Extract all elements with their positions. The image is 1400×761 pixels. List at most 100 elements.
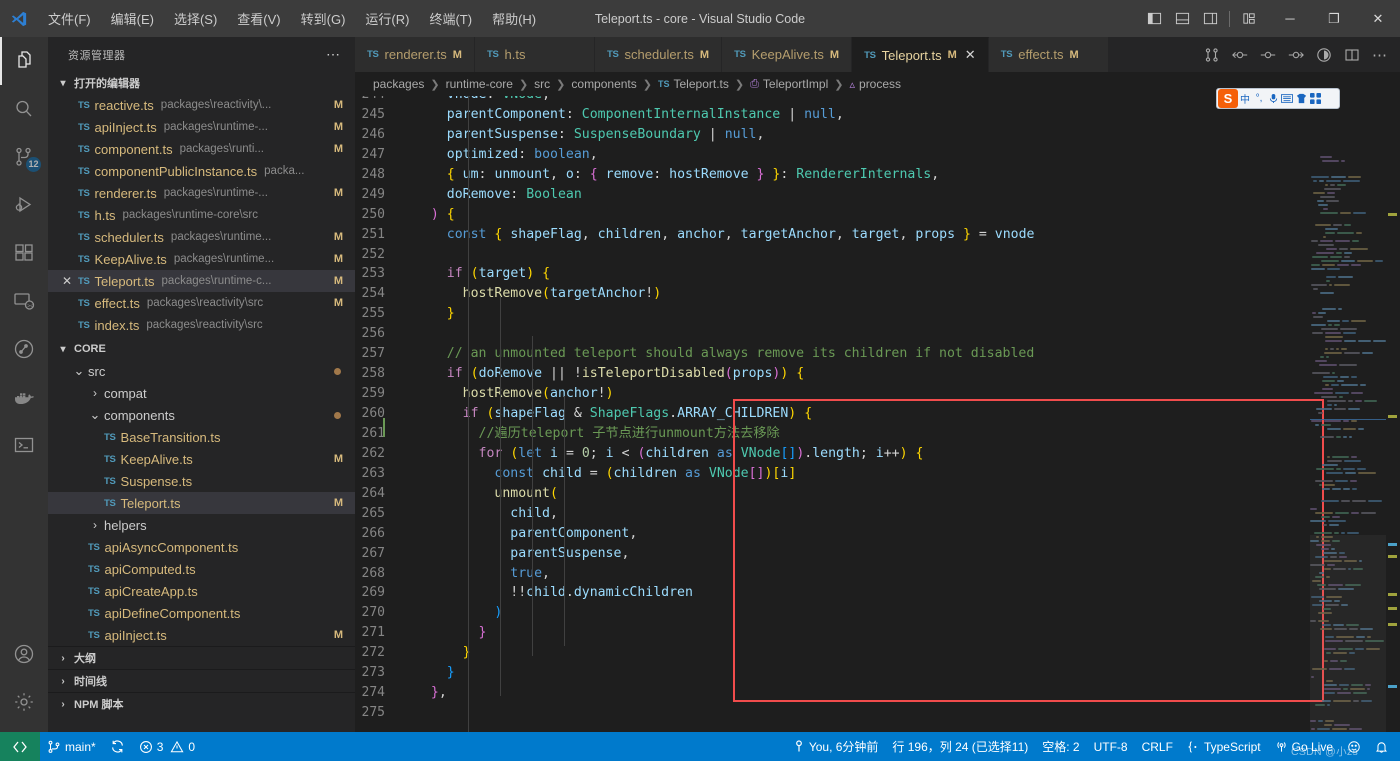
ime-punctuation-icon[interactable]: °, [1252, 89, 1266, 108]
status-encoding[interactable]: UTF-8 [1087, 732, 1135, 761]
breadcrumb-components[interactable]: components [571, 77, 636, 91]
activity-remote-explorer[interactable]: >< [0, 277, 48, 325]
code-line[interactable]: 250 ) { [355, 205, 1400, 225]
editor-tab[interactable]: TSTeleport.tsM✕ [852, 37, 989, 72]
current-change-icon[interactable] [1254, 40, 1282, 70]
tree-item[interactable]: ›helpers [48, 514, 355, 536]
activity-search[interactable] [0, 85, 48, 133]
layout-controls[interactable] [1141, 4, 1268, 34]
menu-edit[interactable]: 编辑(E) [101, 5, 164, 32]
editor-tab[interactable]: TSeffect.tsM [989, 37, 1109, 72]
open-editor-item[interactable]: TSapiInject.tspackages\runtime-...M [48, 116, 355, 138]
code-line[interactable]: 256 [355, 324, 1400, 344]
window-controls[interactable]: ─ ❐ ✕ [1141, 0, 1400, 37]
code-line[interactable]: 267 parentSuspense, [355, 544, 1400, 564]
code-line[interactable]: 257 // an unmounted teleport should alwa… [355, 344, 1400, 364]
code-line[interactable]: 270 ) [355, 603, 1400, 623]
code-line[interactable]: 263 const child = (children as VNode[])[… [355, 464, 1400, 484]
editor-tab[interactable]: TSKeepAlive.tsM [722, 37, 852, 72]
minimap-slider[interactable] [1310, 535, 1386, 732]
tree-item[interactable]: TSapiAsyncComponent.ts [48, 536, 355, 558]
breadcrumb-teleport-file[interactable]: Teleport.ts [674, 77, 729, 91]
status-indentation[interactable]: 空格: 2 [1035, 732, 1086, 761]
menu-terminal[interactable]: 终端(T) [419, 5, 482, 32]
code-line[interactable]: 265 child, [355, 504, 1400, 524]
tab-close-icon[interactable]: ✕ [965, 47, 976, 63]
menu-go[interactable]: 转到(G) [291, 5, 356, 32]
breadcrumb-packages[interactable]: packages [373, 77, 424, 91]
ime-keyboard-icon[interactable] [1280, 89, 1294, 108]
section-timeline[interactable]: ›时间线 [48, 669, 355, 692]
section-core[interactable]: ▾ CORE [48, 338, 355, 360]
status-eol[interactable]: CRLF [1135, 732, 1180, 761]
code-line[interactable]: 248 { um: unmount, o: { remove: hostRemo… [355, 165, 1400, 185]
code-line[interactable]: 247 optimized: boolean, [355, 145, 1400, 165]
menu-bar[interactable]: 文件(F) 编辑(E) 选择(S) 查看(V) 转到(G) 运行(R) 终端(T… [38, 5, 546, 32]
code-line[interactable]: 253 if (target) { [355, 264, 1400, 284]
code-line[interactable]: 268 true, [355, 564, 1400, 584]
section-outline[interactable]: ›大纲 [48, 646, 355, 669]
code-editor[interactable]: 244 vnode: VNode,245 parentComponent: Co… [355, 96, 1400, 732]
tree-item[interactable]: TSapiInject.tsM [48, 624, 355, 646]
open-editor-item[interactable]: TSKeepAlive.tspackages\runtime...M [48, 248, 355, 270]
tree-item[interactable]: TSapiComputed.ts [48, 558, 355, 580]
code-line[interactable]: 258 if (doRemove || !isTeleportDisabled(… [355, 364, 1400, 384]
tree-item[interactable]: TSTeleport.tsM [48, 492, 355, 514]
tree-item[interactable]: ⌄components [48, 404, 355, 426]
open-editor-item[interactable]: TSindex.tspackages\reactivity\src [48, 314, 355, 336]
code-line[interactable]: 269 !!child.dynamicChildren [355, 583, 1400, 603]
more-actions-icon[interactable]: ⋯ [1366, 40, 1394, 70]
code-line[interactable]: 272 } [355, 643, 1400, 663]
code-line[interactable]: 259 hostRemove(anchor!) [355, 384, 1400, 404]
code-line[interactable]: 246 parentSuspense: SuspenseBoundary | n… [355, 125, 1400, 145]
code-line[interactable]: 254 hostRemove(targetAnchor!) [355, 284, 1400, 304]
open-editor-item[interactable]: TSrenderer.tspackages\runtime-...M [48, 182, 355, 204]
breadcrumb-runtime-core[interactable]: runtime-core [446, 77, 513, 91]
status-sync[interactable] [103, 732, 132, 761]
open-editor-item[interactable]: TScomponent.tspackages\runti...M [48, 138, 355, 160]
tree-item[interactable]: ›compat [48, 382, 355, 404]
code-lines[interactable]: 244 vnode: VNode,245 parentComponent: Co… [355, 96, 1400, 732]
section-npm-scripts[interactable]: ›NPM 脚本 [48, 692, 355, 715]
toggle-primary-sidebar-icon[interactable] [1141, 4, 1167, 34]
activity-run-debug[interactable] [0, 181, 48, 229]
open-editor-item[interactable]: ✕TSTeleport.tspackages\runtime-c...M [48, 270, 355, 292]
customize-layout-icon[interactable] [1236, 4, 1262, 34]
code-line[interactable]: 274 }, [355, 683, 1400, 703]
more-actions-icon[interactable]: ⋯ [326, 46, 341, 63]
tree-item[interactable]: TSBaseTransition.ts [48, 426, 355, 448]
code-line[interactable]: 266 parentComponent, [355, 524, 1400, 544]
editor-tab[interactable]: TSscheduler.tsM [595, 37, 722, 72]
breadcrumb-teleport-impl[interactable]: TeleportImpl [763, 77, 828, 91]
split-editor-icon[interactable] [1338, 40, 1366, 70]
tree-item[interactable]: ⌄src [48, 360, 355, 382]
sogou-ime-toolbar[interactable]: S 中 °, [1216, 88, 1340, 109]
menu-help[interactable]: 帮助(H) [482, 5, 546, 32]
code-line[interactable]: 262 for (let i = 0; i < (children as VNo… [355, 444, 1400, 464]
open-editor-item[interactable]: TSeffect.tspackages\reactivity\srcM [48, 292, 355, 314]
sogou-logo-icon[interactable]: S [1218, 89, 1238, 108]
activity-extensions[interactable] [0, 229, 48, 277]
code-line[interactable]: 271 } [355, 623, 1400, 643]
ime-skin-icon[interactable] [1294, 89, 1308, 108]
ime-microphone-icon[interactable] [1266, 89, 1280, 108]
maximize-button[interactable]: ❐ [1312, 0, 1356, 37]
editor-actions[interactable]: ⋯ [1198, 37, 1400, 72]
code-line[interactable]: 255 } [355, 304, 1400, 324]
activity-test[interactable] [0, 325, 48, 373]
code-line[interactable]: 261 //遍历teleport 子节点进行unmount方法去移除 [355, 424, 1400, 444]
timer-icon[interactable] [1310, 40, 1338, 70]
tree-item[interactable]: TSSuspense.ts [48, 470, 355, 492]
tree-item[interactable]: TSapiCreateApp.ts [48, 580, 355, 602]
open-editor-item[interactable]: TSscheduler.tspackages\runtime...M [48, 226, 355, 248]
split-compare-icon[interactable] [1198, 40, 1226, 70]
tree-item[interactable]: TSapiDefineComponent.ts [48, 602, 355, 624]
open-editor-item[interactable]: TSh.tspackages\runtime-core\src [48, 204, 355, 226]
code-line[interactable]: 264 unmount( [355, 484, 1400, 504]
activity-terminal[interactable] [0, 421, 48, 469]
minimize-button[interactable]: ─ [1268, 0, 1312, 37]
activity-source-control[interactable]: 12 [0, 133, 48, 181]
code-line[interactable]: 273 } [355, 663, 1400, 683]
section-open-editors[interactable]: ▾ 打开的编辑器 [48, 72, 355, 94]
status-problems[interactable]: 3 0 [132, 732, 202, 761]
